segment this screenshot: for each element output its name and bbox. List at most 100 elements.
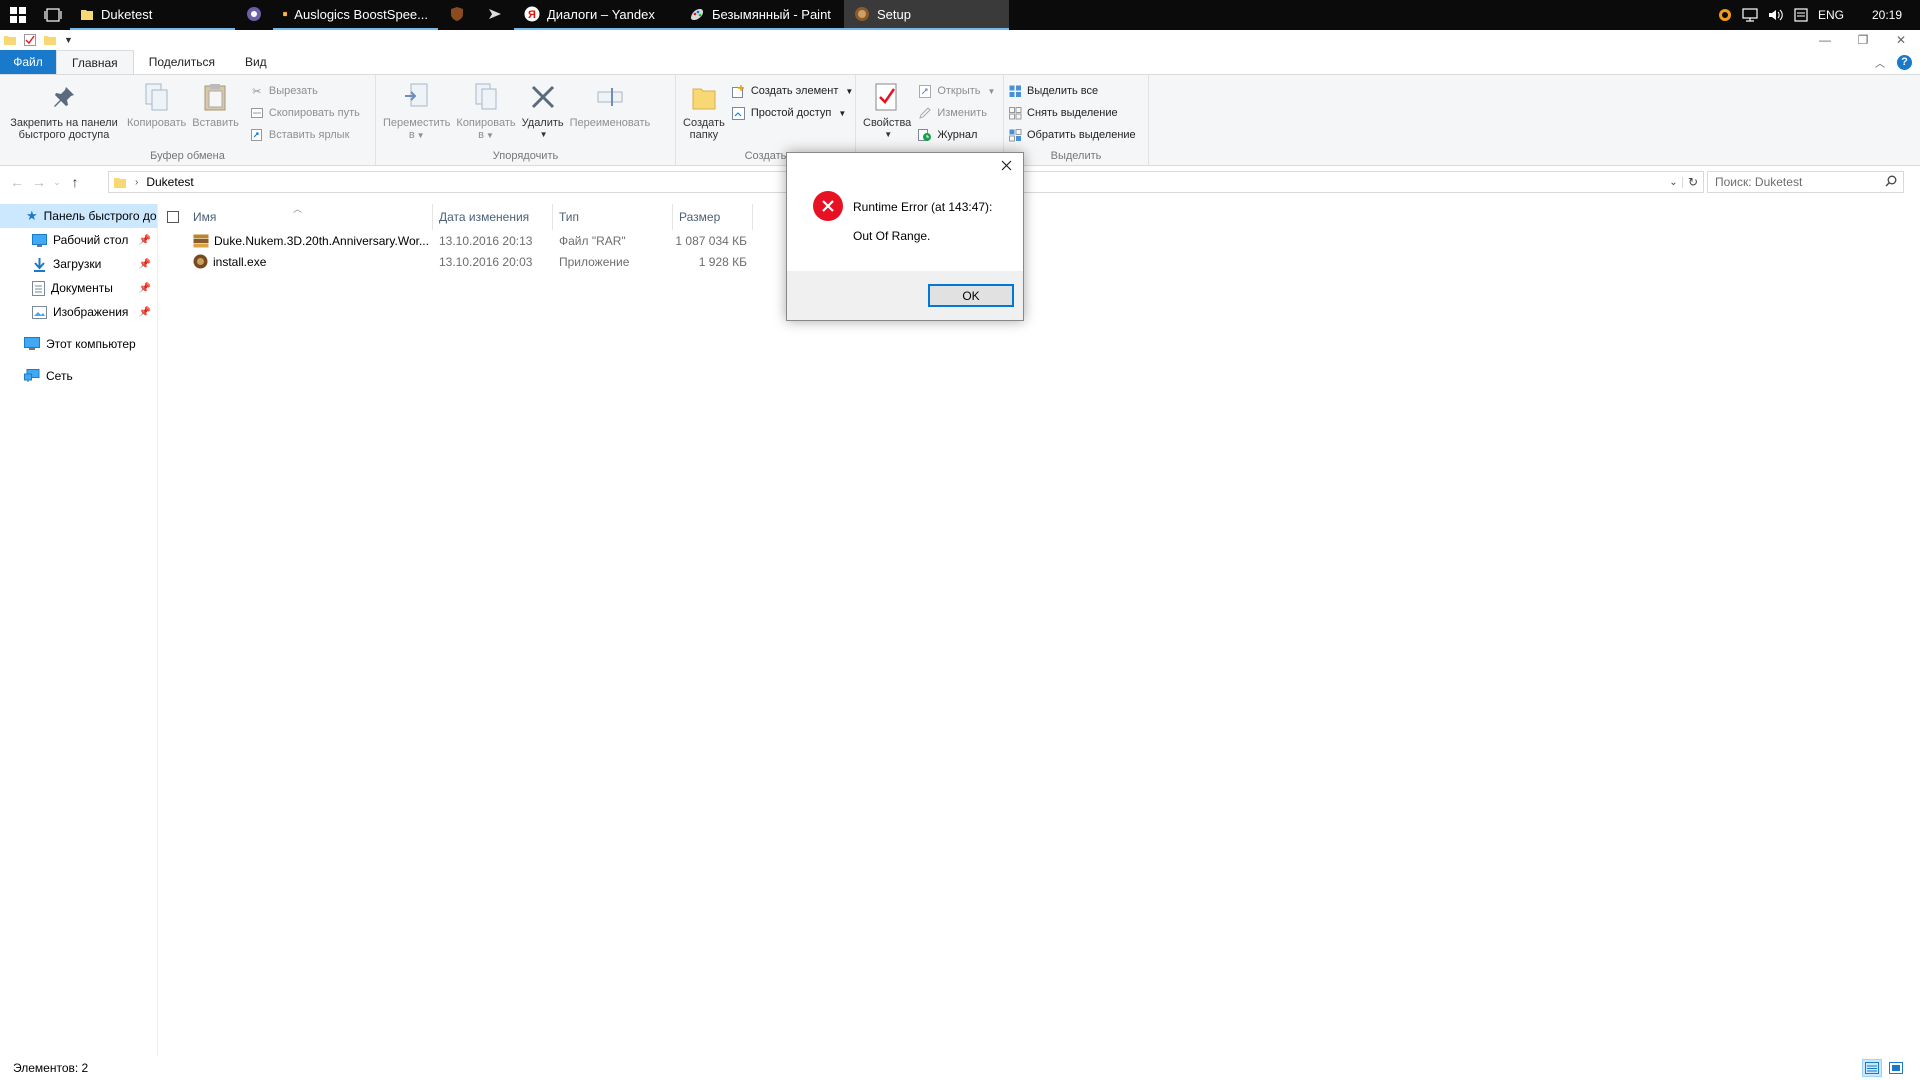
taskbar-item-app-shield[interactable] xyxy=(438,0,476,30)
new-folder-icon[interactable] xyxy=(44,34,56,46)
dialog-close-button[interactable] xyxy=(995,155,1017,175)
help-icon[interactable]: ? xyxy=(1897,54,1912,70)
copy-to-label: Копировать xyxy=(456,117,516,129)
column-header-date[interactable]: Дата изменения xyxy=(433,204,553,230)
start-button[interactable] xyxy=(0,0,36,30)
minimize-button[interactable]: — xyxy=(1806,30,1844,50)
rar-archive-icon xyxy=(193,234,209,247)
rename-icon xyxy=(597,88,623,106)
taskbar-item-app-plane[interactable] xyxy=(476,0,514,30)
up-button[interactable]: ↑ xyxy=(64,174,86,190)
properties-check-icon[interactable] xyxy=(24,34,36,46)
column-header-type[interactable]: Тип xyxy=(553,204,673,230)
invert-selection-button[interactable]: Обратить выделение xyxy=(1008,126,1136,144)
address-dropdown-icon[interactable]: ⌄ xyxy=(1665,176,1683,188)
history-button[interactable]: Журнал xyxy=(918,126,995,144)
large-icons-view-button[interactable] xyxy=(1886,1059,1906,1077)
nav-item-desktop[interactable]: Рабочий стол 📌 xyxy=(0,228,157,252)
nav-item-network[interactable]: Сеть xyxy=(0,364,157,388)
notifications-icon[interactable] xyxy=(1794,8,1808,22)
taskbar-item-app-circle[interactable] xyxy=(235,0,273,30)
tab-home[interactable]: Главная xyxy=(56,50,134,74)
ribbon-right-controls: ︿ ? xyxy=(1875,50,1920,74)
search-icon[interactable] xyxy=(1885,175,1897,190)
table-row[interactable]: Duke.Nukem.3D.20th.Anniversary.Wor... 13… xyxy=(159,230,1920,251)
dialog-body: Runtime Error (at 143:47): Out Of Range. xyxy=(787,181,1023,265)
breadcrumb-separator-icon[interactable]: › xyxy=(135,177,138,188)
sort-up-icon: ︿ xyxy=(293,204,303,214)
breadcrumb-current[interactable]: Duketest xyxy=(146,175,193,189)
taskbar-item-paint[interactable]: Безымянный - Paint xyxy=(679,0,844,30)
ribbon-group-select: Выделить все Снять выделение Обратить вы… xyxy=(1004,75,1149,165)
tab-file[interactable]: Файл xyxy=(0,50,56,74)
file-name-cell: install.exe xyxy=(159,254,433,269)
tab-view[interactable]: Вид xyxy=(230,50,282,74)
nav-item-downloads[interactable]: Загрузки 📌 xyxy=(0,252,157,276)
close-window-button[interactable]: ✕ xyxy=(1882,30,1920,50)
search-box[interactable]: Поиск: Duketest xyxy=(1707,171,1904,193)
nav-item-quick-access[interactable]: ★ Панель быстрого доступа xyxy=(0,204,157,228)
easy-access-button[interactable]: Простой доступ ▼ xyxy=(732,104,853,122)
pin-icon[interactable]: 📌 xyxy=(139,235,151,246)
network-icon[interactable] xyxy=(1742,8,1758,22)
nav-item-this-pc[interactable]: Этот компьютер xyxy=(0,332,157,356)
ok-button[interactable]: OK xyxy=(928,284,1014,307)
select-all-button[interactable]: Выделить все xyxy=(1008,82,1136,100)
properties-dropdown-icon[interactable]: ▼ xyxy=(884,129,892,141)
copy-path-label: Скопировать путь xyxy=(268,107,360,119)
copy-to-label-line2: в ▼ xyxy=(478,129,494,141)
recent-locations-button[interactable]: ⌄ xyxy=(50,177,64,188)
taskbar-item-setup[interactable]: Setup xyxy=(844,0,1009,30)
edit-button[interactable]: Изменить xyxy=(918,104,995,122)
details-view-button[interactable] xyxy=(1862,1059,1882,1077)
close-icon xyxy=(1001,160,1011,170)
column-header-size[interactable]: Размер xyxy=(673,204,753,230)
select-all-checkbox[interactable] xyxy=(159,204,187,230)
volume-icon[interactable] xyxy=(1768,8,1784,22)
restore-button[interactable]: ❐ xyxy=(1844,30,1882,50)
copy-to-icon xyxy=(475,83,497,110)
select-none-button[interactable]: Снять выделение xyxy=(1008,104,1136,122)
dialog-message-line2: Out Of Range. xyxy=(853,229,931,243)
clock[interactable]: 20:19 xyxy=(1872,8,1902,22)
new-item-label: Создать элемент xyxy=(750,85,839,97)
customize-qat-icon[interactable]: ▼ xyxy=(64,35,73,45)
collapse-ribbon-icon[interactable]: ︿ xyxy=(1875,55,1885,70)
open-button[interactable]: Открыть ▼ xyxy=(918,82,995,100)
new-item-button[interactable]: Создать элемент ▼ xyxy=(732,82,853,100)
nav-item-label: Панель быстрого доступа xyxy=(43,209,157,223)
taskbar-item-yandex[interactable]: Я Диалоги – Yandex xyxy=(514,0,679,30)
taskbar-item-label: Безымянный - Paint xyxy=(712,6,831,22)
select-none-icon xyxy=(1008,106,1022,120)
delete-dropdown-icon[interactable]: ▼ xyxy=(540,129,548,141)
paste-shortcut-button[interactable]: Вставить ярлык xyxy=(250,126,360,144)
nav-item-pictures[interactable]: Изображения 📌 xyxy=(0,300,157,324)
input-language[interactable]: ENG xyxy=(1818,8,1844,22)
tab-share[interactable]: Поделиться xyxy=(134,50,230,74)
pin-icon[interactable]: 📌 xyxy=(139,259,151,270)
nav-item-documents[interactable]: Документы 📌 xyxy=(0,276,157,300)
pin-icon[interactable]: 📌 xyxy=(139,307,151,318)
pin-icon[interactable]: 📌 xyxy=(139,283,151,294)
taskbar-item-duketest[interactable]: Duketest xyxy=(70,0,235,30)
boostspeed-icon xyxy=(283,11,288,17)
refresh-icon[interactable]: ↻ xyxy=(1683,175,1703,189)
table-row[interactable]: install.exe 13.10.2016 20:03 Приложение … xyxy=(159,251,1920,272)
forward-button[interactable]: → xyxy=(28,174,50,190)
edit-pencil-icon xyxy=(918,106,932,120)
pin-label-line1: Закрепить на панели xyxy=(10,117,118,129)
back-button[interactable]: ← xyxy=(6,174,28,190)
cut-button[interactable]: ✂ Вырезать xyxy=(250,82,360,100)
search-placeholder[interactable]: Поиск: Duketest xyxy=(1715,175,1802,189)
column-header-name[interactable]: Имя xyxy=(187,204,433,230)
taskbar-item-label: Auslogics BoostSpee... xyxy=(294,6,428,22)
move-to-icon xyxy=(404,83,428,107)
yandex-icon: Я xyxy=(524,6,540,22)
window-controls: — ❐ ✕ xyxy=(1806,30,1920,50)
task-view-button[interactable] xyxy=(36,0,70,30)
taskbar-item-boostspeed[interactable]: Auslogics BoostSpee... xyxy=(273,0,438,30)
tray-app-icon[interactable] xyxy=(1718,8,1732,22)
open-icon xyxy=(918,84,932,98)
copy-path-button[interactable]: Скопировать путь xyxy=(250,104,360,122)
